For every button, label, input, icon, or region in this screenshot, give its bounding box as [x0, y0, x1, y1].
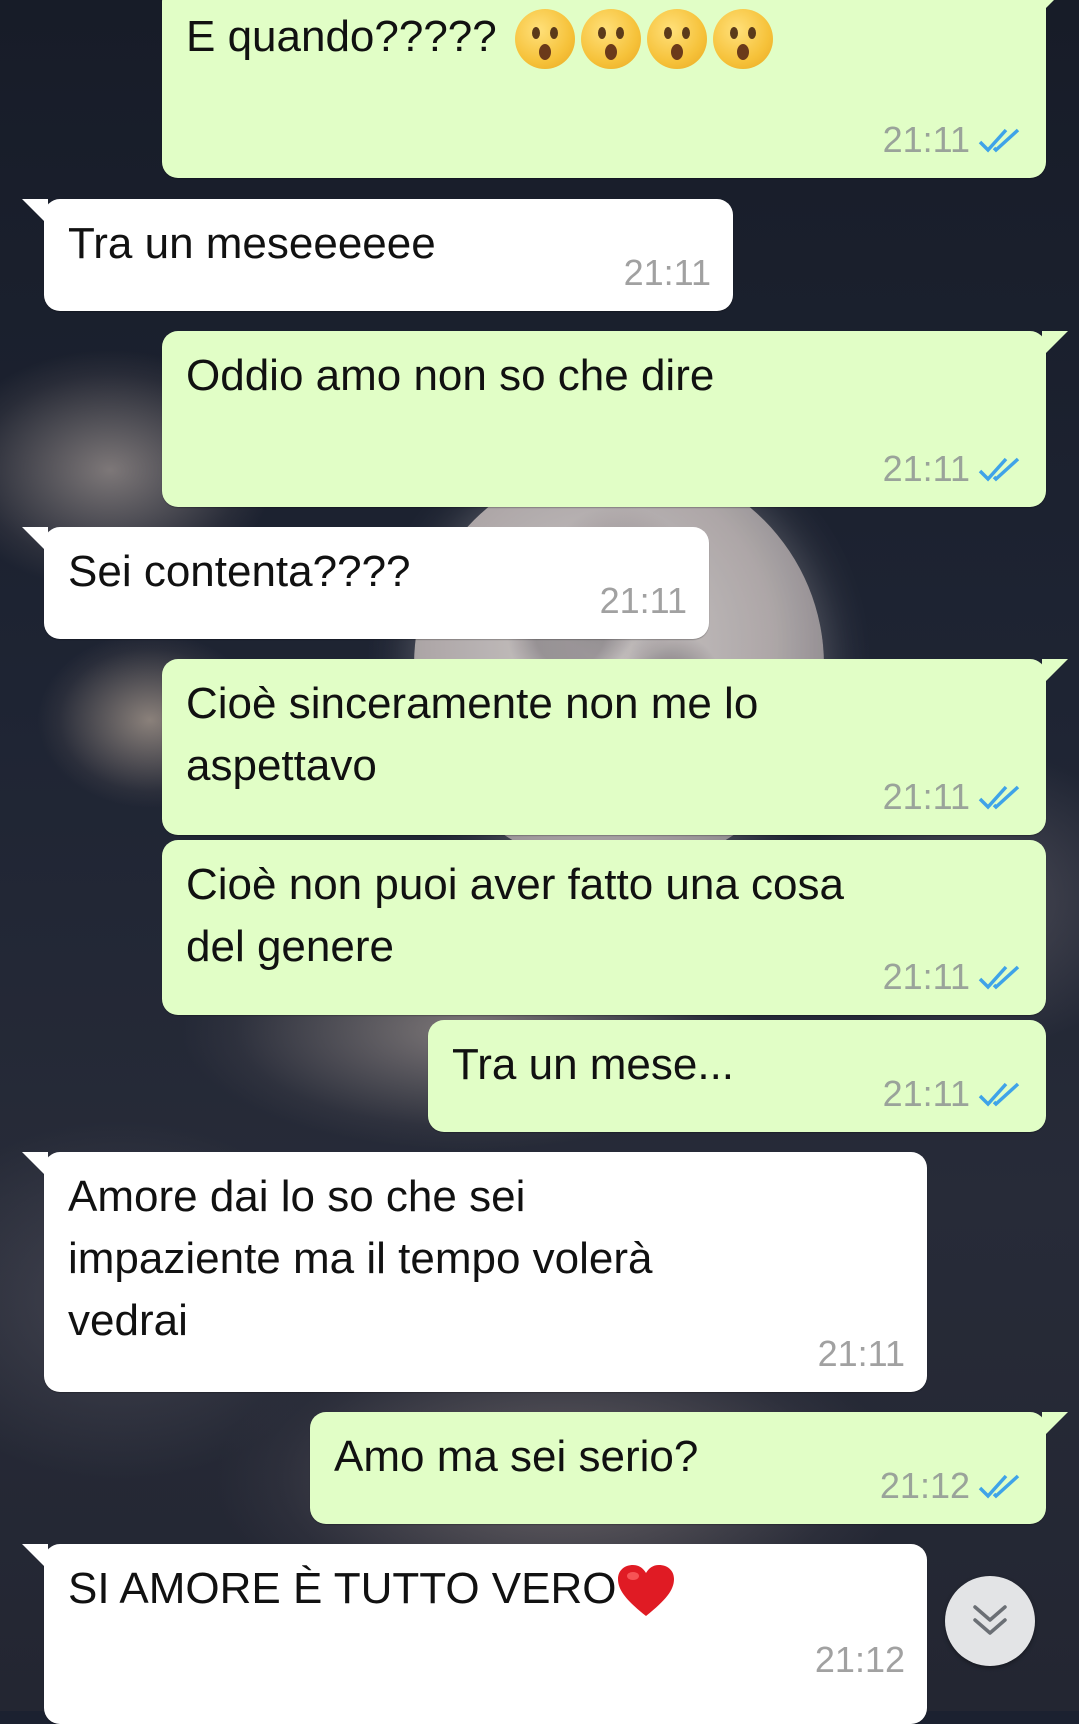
message-outgoing[interactable]: Amo ma sei serio? 21:12	[310, 1412, 1068, 1524]
message-timestamp: 21:11	[882, 1073, 970, 1114]
message-text: Amore dai lo so che sei impaziente ma il…	[68, 1172, 653, 1345]
message-text: SI AMORE È TUTTO VERO	[68, 1564, 617, 1613]
bubble-tail	[22, 527, 48, 553]
message-text: E quando?????	[186, 12, 497, 61]
red-heart-emoji-icon	[618, 1565, 675, 1617]
bubble-tail	[1042, 331, 1068, 357]
astonished-face-emoji-icon	[514, 9, 575, 70]
message-text: Tra un meseeeeee	[68, 219, 436, 268]
astonished-face-emoji-icon	[646, 9, 707, 70]
double-chevron-down-icon	[973, 1605, 1007, 1635]
bubble-tail	[22, 1544, 48, 1570]
message-timestamp: 21:11	[817, 1333, 905, 1374]
message-timestamp: 21:11	[882, 956, 970, 997]
double-check-read-icon	[978, 1474, 1020, 1499]
message-incoming[interactable]: SI AMORE È TUTTO VERO 21:12	[22, 1544, 927, 1724]
double-check-read-icon	[978, 965, 1020, 990]
scroll-to-bottom-button[interactable]	[945, 1576, 1035, 1666]
double-check-read-icon	[978, 785, 1020, 810]
bubble-tail	[1042, 659, 1068, 685]
double-check-read-icon	[978, 457, 1020, 482]
message-timestamp: 21:11	[599, 580, 687, 621]
message-incoming[interactable]: Tra un meseeeeee 21:11	[22, 199, 733, 311]
message-timestamp: 21:12	[814, 1639, 905, 1680]
message-text: Oddio amo non so che dire	[186, 351, 715, 400]
message-timestamp: 21:11	[882, 776, 970, 817]
bubble-tail	[22, 1152, 48, 1178]
double-check-read-icon	[978, 1082, 1020, 1107]
bubble-tail	[22, 199, 48, 225]
message-outgoing[interactable]: Tra un mese... 21:11	[428, 1020, 1046, 1132]
message-incoming[interactable]: Amore dai lo so che sei impaziente ma il…	[22, 1152, 927, 1392]
message-outgoing[interactable]: E quando????? 21:11	[162, 0, 1068, 178]
bubble-tail	[1042, 0, 1068, 12]
double-check-read-icon	[978, 128, 1020, 153]
astonished-face-emoji-icon	[580, 9, 641, 70]
message-outgoing[interactable]: Cioè non puoi aver fatto una cosa del ge…	[162, 840, 1046, 1015]
astonished-face-emoji-icon	[712, 9, 773, 70]
message-outgoing[interactable]: Oddio amo non so che dire 21:11	[162, 331, 1068, 507]
message-timestamp: 21:12	[879, 1465, 970, 1506]
bubble-tail	[1042, 1412, 1068, 1438]
message-text: Sei contenta????	[68, 547, 411, 596]
message-outgoing[interactable]: Cioè sinceramente non me lo aspettavo 21…	[162, 659, 1068, 835]
message-timestamp: 21:11	[882, 119, 970, 160]
message-timestamp: 21:11	[623, 252, 711, 293]
message-incoming[interactable]: Sei contenta???? 21:11	[22, 527, 709, 639]
message-timestamp: 21:11	[882, 448, 970, 489]
